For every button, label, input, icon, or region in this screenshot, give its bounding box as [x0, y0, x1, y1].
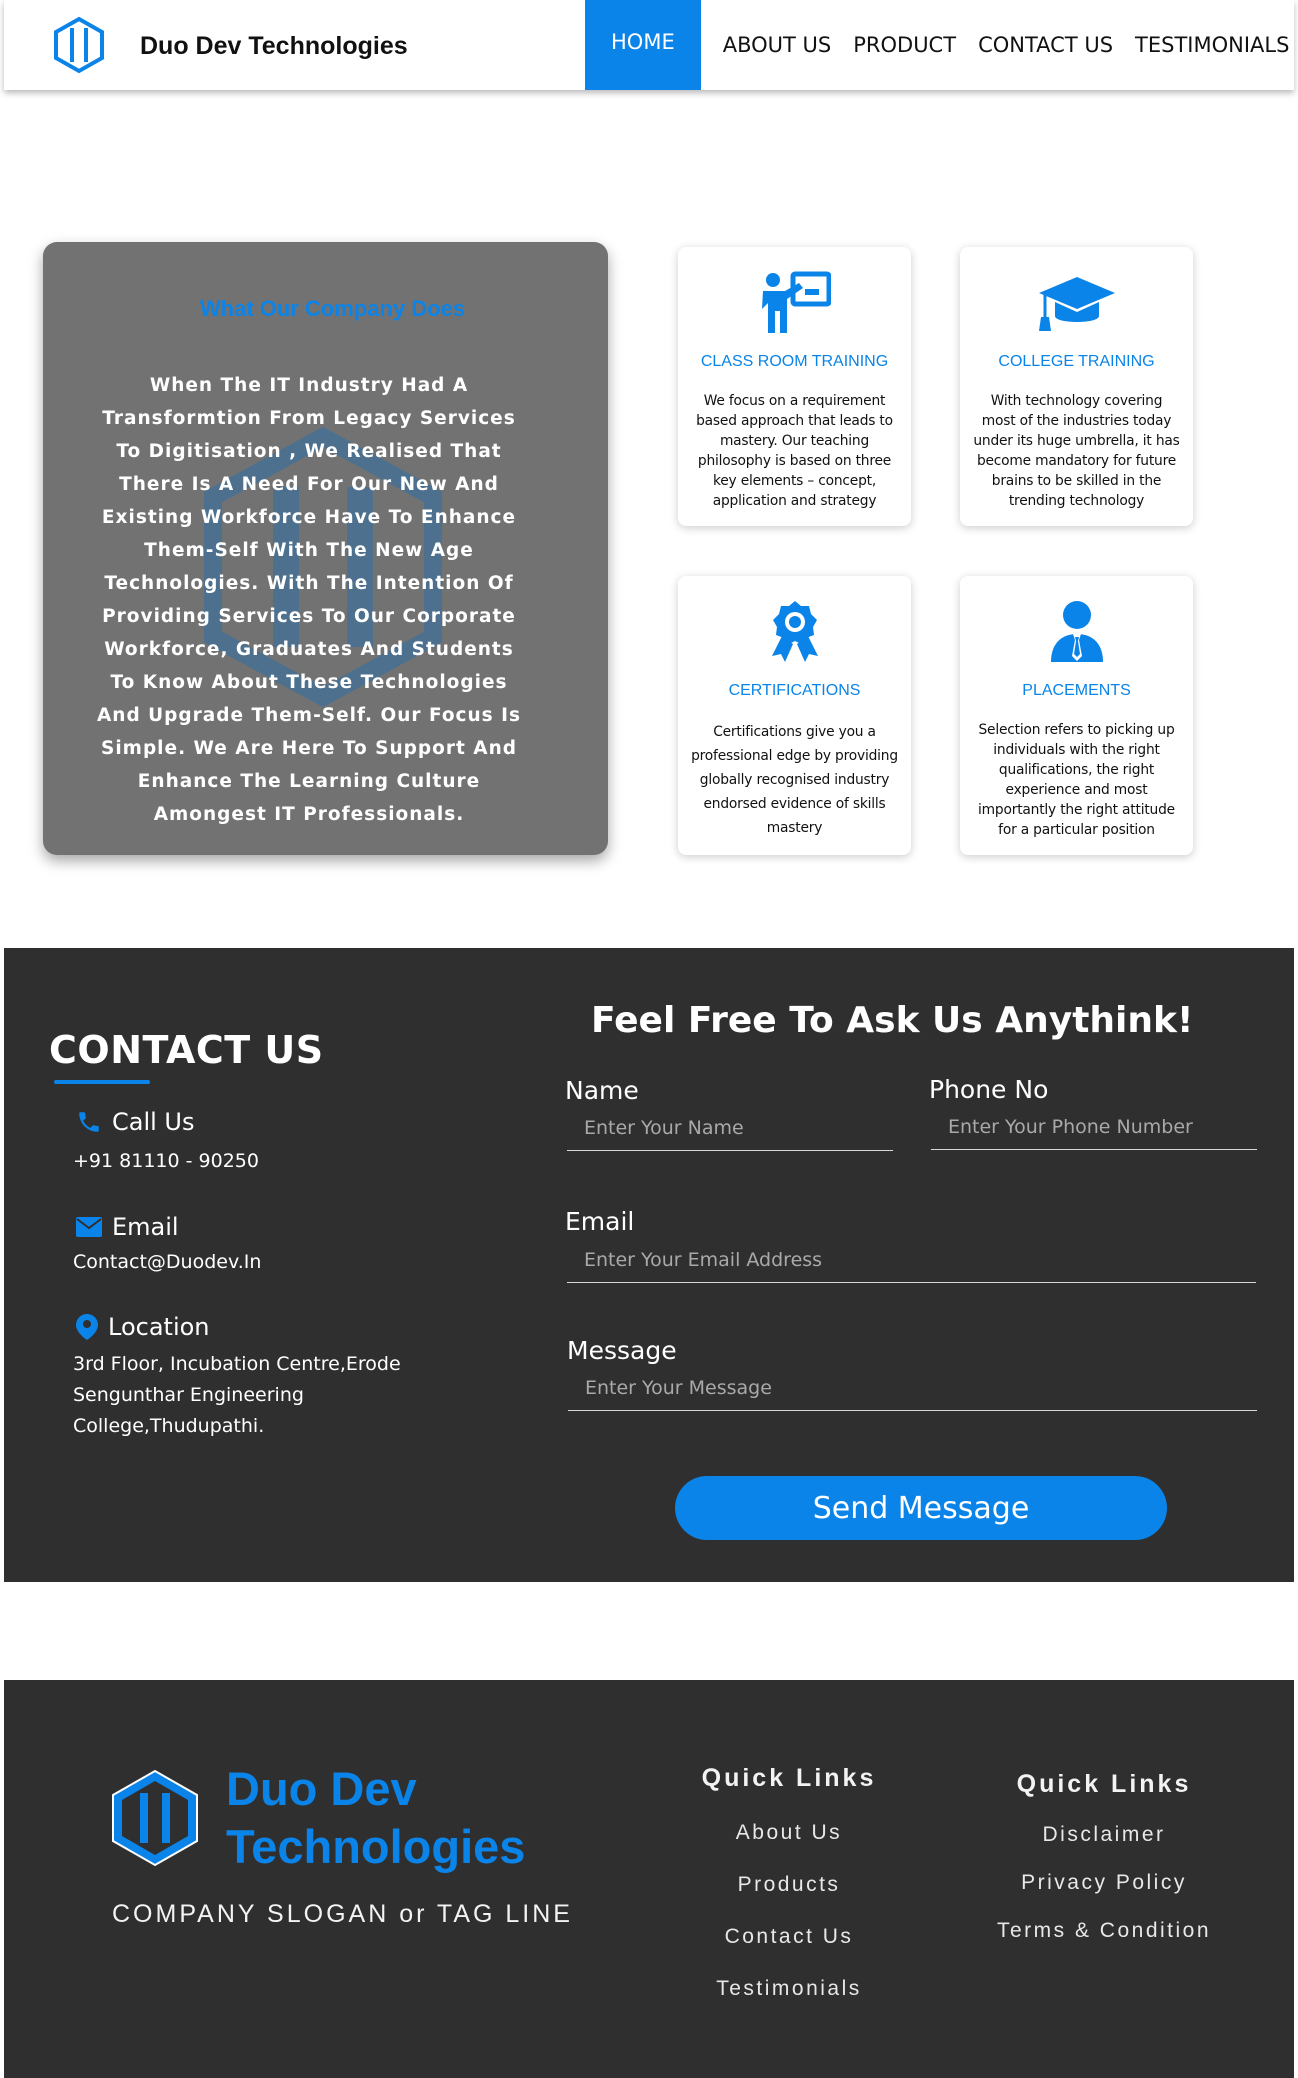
footer: Duo Dev Technologies COMPANY SLOGAN or T…	[4, 1680, 1294, 2078]
card-text: Certifications give you a professional e…	[691, 724, 898, 836]
message-input[interactable]	[568, 1365, 1257, 1410]
heading-underline	[54, 1080, 150, 1084]
footer-link-privacy-policy[interactable]: Privacy Policy	[969, 1871, 1239, 1895]
footer-brand[interactable]: Duo Dev Technologies	[226, 1760, 646, 1876]
nav-home[interactable]: HOME	[585, 0, 701, 90]
email-input[interactable]	[567, 1237, 1256, 1282]
message-field-wrapper	[568, 1365, 1257, 1411]
nav-contact-us[interactable]: CONTACT US	[967, 0, 1124, 90]
graduation-cap-icon	[1038, 277, 1115, 331]
nav-menu: HOME ABOUT US PRODUCT CONTACT US TESTIMO…	[585, 0, 1298, 90]
location-address: 3rd Floor, Incubation Centre,Erode Sengu…	[73, 1353, 401, 1437]
email-label: Email	[76, 1213, 179, 1241]
about-title: What Our Company Does	[199, 296, 466, 321]
brand-logo[interactable]	[52, 16, 106, 74]
user-tie-icon	[1050, 601, 1103, 662]
footer-link-contact-us[interactable]: Contact Us	[664, 1925, 914, 1949]
card-text: Selection refers to picking up individua…	[978, 722, 1175, 838]
call-us-label: Call Us	[76, 1108, 195, 1136]
map-pin-icon	[76, 1314, 98, 1340]
email-field-label: Email	[565, 1207, 635, 1236]
footer-link-products[interactable]: Products	[664, 1873, 914, 1897]
quick-links-column-1: Quick Links About Us Products Contact Us…	[664, 1764, 914, 2001]
service-card-placements[interactable]: PLACEMENTS Selection refers to picking u…	[960, 576, 1193, 855]
card-title: PLACEMENTS	[1022, 682, 1131, 699]
contact-section: CONTACT US Call Us +91 81110 - 90250 Ema…	[4, 948, 1294, 1582]
contact-heading: CONTACT US	[49, 1028, 324, 1072]
quick-links-title: Quick Links	[701, 1764, 877, 1792]
phone-icon	[79, 1112, 99, 1132]
nav-about-us[interactable]: ABOUT US	[712, 0, 843, 90]
card-title: COLLEGE TRAINING	[998, 353, 1155, 370]
quick-links-column-2: Quick Links Disclaimer Privacy Policy Te…	[969, 1770, 1239, 1943]
phone-input[interactable]	[931, 1104, 1257, 1149]
send-message-button[interactable]: Send Message	[675, 1476, 1167, 1540]
footer-link-terms-condition[interactable]: Terms & Condition	[969, 1919, 1239, 1943]
location-label: Location	[76, 1313, 210, 1341]
nav-product[interactable]: PRODUCT	[842, 0, 967, 90]
form-title: Feel Free To Ask Us Anythink!	[591, 1000, 1194, 1041]
name-label: Name	[565, 1076, 639, 1105]
service-card-classroom[interactable]: CLASS ROOM TRAINING We focus on a requir…	[678, 247, 911, 526]
teacher-board-icon	[761, 271, 831, 333]
service-card-certifications[interactable]: CERTIFICATIONS Certifications give you a…	[678, 576, 911, 855]
message-label: Message	[567, 1336, 677, 1365]
envelope-icon	[76, 1217, 102, 1237]
card-title: CERTIFICATIONS	[728, 682, 861, 699]
about-body: When The IT Industry Had A Transformtion…	[96, 375, 522, 825]
footer-slogan: COMPANY SLOGAN or TAG LINE	[112, 1900, 573, 1928]
hexagon-logo-icon	[54, 16, 104, 74]
award-ribbon-icon	[771, 601, 818, 662]
card-text: With technology covering most of the ind…	[973, 393, 1180, 509]
email-address[interactable]: Contact@Duodev.In	[73, 1247, 453, 1278]
name-input[interactable]	[567, 1105, 893, 1150]
service-card-college[interactable]: COLLEGE TRAINING With technology coverin…	[960, 247, 1193, 526]
phone-number[interactable]: +91 81110 - 90250	[73, 1146, 453, 1177]
footer-link-about-us[interactable]: About Us	[664, 1821, 914, 1845]
navbar: Duo Dev Technologies HOME ABOUT US PRODU…	[4, 0, 1294, 90]
card-title: CLASS ROOM TRAINING	[700, 353, 889, 370]
phone-label: Phone No	[929, 1075, 1049, 1104]
footer-link-testimonials[interactable]: Testimonials	[664, 1977, 914, 2001]
phone-field-wrapper	[931, 1104, 1257, 1150]
footer-link-disclaimer[interactable]: Disclaimer	[969, 1823, 1239, 1847]
quick-links-title: Quick Links	[1016, 1770, 1192, 1798]
hexagon-logo-icon	[112, 1769, 198, 1867]
card-text: We focus on a requirement based approach…	[696, 393, 893, 509]
name-field-wrapper	[567, 1105, 893, 1151]
nav-testimonials[interactable]: TESTIMONIALS	[1124, 0, 1298, 90]
about-panel: What Our Company Does When The IT Indust…	[43, 242, 608, 855]
email-field-wrapper	[567, 1237, 1256, 1283]
brand-name[interactable]: Duo Dev Technologies	[140, 32, 460, 61]
